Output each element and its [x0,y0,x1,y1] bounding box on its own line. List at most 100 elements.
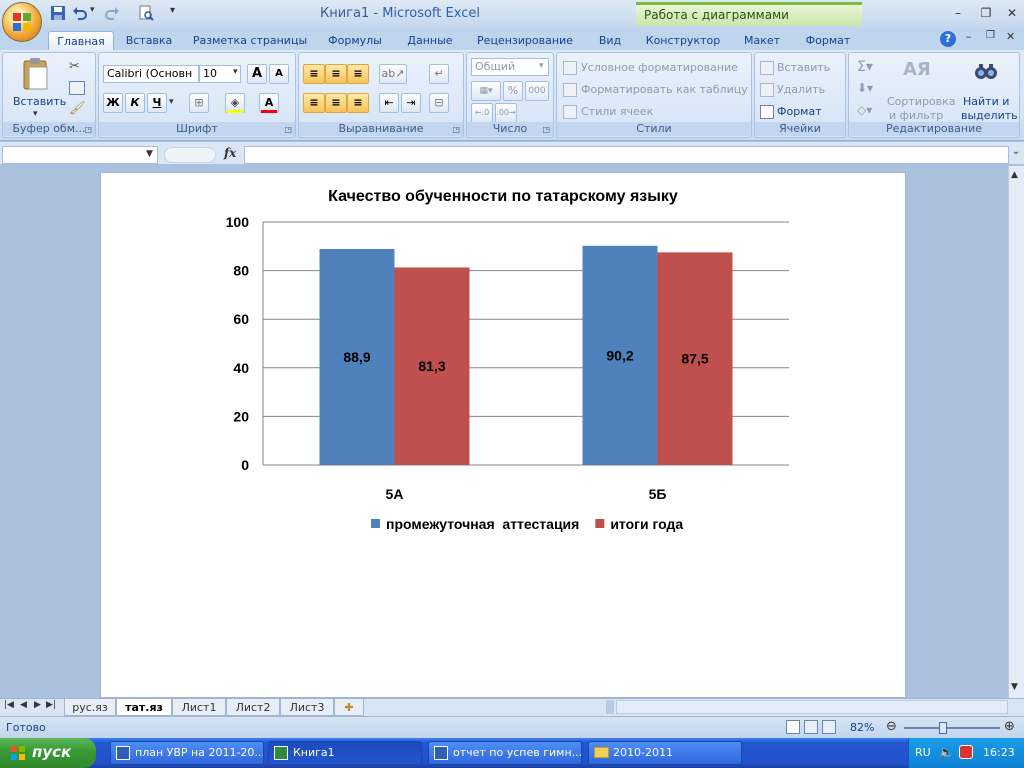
insert-cells-button[interactable]: Вставить [777,61,830,74]
italic-button[interactable]: К [125,93,145,113]
delete-cells-button[interactable]: Удалить [777,83,825,96]
zoom-slider[interactable] [904,727,1000,729]
font-name-box[interactable]: Calibri (Основн [103,65,199,83]
merge-cells-icon[interactable]: ⊟ [429,93,449,113]
next-sheet-icon[interactable]: ▶ [34,700,41,710]
first-sheet-icon[interactable]: |◀ [4,700,14,710]
align-left-icon[interactable]: ≡ [303,93,325,113]
wrap-text-icon[interactable]: ↵ [429,64,449,84]
increase-indent-icon[interactable]: ⇥ [401,93,421,113]
minimize-workbook-icon[interactable]: – [966,30,972,43]
sort-filter-icon[interactable]: AЯ [903,59,931,80]
sheet-tab-list3[interactable]: Лист3 [280,699,334,716]
borders-icon[interactable]: ⊞ [189,93,209,113]
taskbar-item-folder[interactable]: 2010-2011 [588,741,742,765]
last-sheet-icon[interactable]: ▶| [46,700,56,710]
chart-area[interactable]: Качество обученности по татарскому языку… [100,172,906,698]
find-select-line2[interactable]: выделить [961,109,1018,122]
shrink-font-button[interactable]: A [269,64,289,84]
align-top-icon[interactable]: ≡ [303,64,325,84]
clipboard-launcher-icon[interactable]: ◳ [84,125,92,134]
close-workbook-icon[interactable]: ✕ [1006,30,1015,43]
speaker-icon[interactable]: 🔈 [939,745,954,759]
tab-design[interactable]: Конструктор [642,31,724,50]
start-button[interactable]: пуск [0,738,96,768]
tab-split-handle[interactable] [606,700,614,714]
align-bottom-icon[interactable]: ≡ [347,64,369,84]
expand-formula-bar-icon[interactable]: ⌄ [1010,146,1022,162]
taskbar-item-plan[interactable]: план УВР на 2011-20... [110,741,264,765]
language-indicator[interactable]: RU [915,746,931,759]
redo-icon[interactable] [104,5,120,21]
bar-chart[interactable]: Качество обученности по татарскому языку… [101,173,905,697]
tab-home[interactable]: Главная [48,31,114,51]
normal-view-icon[interactable] [786,720,800,734]
zoom-in-icon[interactable]: ⊕ [1004,719,1015,734]
format-painter-icon[interactable]: 🖌 [69,101,86,116]
grow-font-button[interactable]: A [247,64,267,84]
vertical-scrollbar[interactable]: ▲ ▼ [1008,166,1024,698]
increase-decimal-icon[interactable]: ←.0 [471,103,493,123]
clear-icon[interactable]: ◇▾ [857,103,872,117]
format-as-table-button[interactable]: Форматировать как таблицу [581,83,748,96]
copy-icon[interactable] [69,81,85,95]
tab-formulas[interactable]: Формулы [322,31,388,50]
tab-review[interactable]: Рецензирование [470,31,580,50]
align-middle-icon[interactable]: ≡ [325,64,347,84]
decrease-indent-icon[interactable]: ⇤ [379,93,399,113]
sort-filter-line1[interactable]: Сортировка [887,95,956,108]
alignment-launcher-icon[interactable]: ◳ [452,125,460,134]
font-size-dropdown-icon[interactable]: ▾ [233,67,238,77]
format-cells-button[interactable]: Формат [777,105,822,118]
orientation-icon[interactable]: ab↗ [379,64,407,84]
bold-button[interactable]: Ж [103,93,123,113]
customize-qat-icon[interactable]: ▾ [170,5,186,21]
print-preview-icon[interactable] [138,5,154,21]
sheet-tab-rus[interactable]: рус.яз [64,699,116,716]
paste-icon[interactable] [21,57,51,91]
percent-button[interactable]: % [503,81,523,101]
insert-function-button[interactable]: fx [224,146,242,162]
page-break-view-icon[interactable] [822,720,836,734]
conditional-format-button[interactable]: Условное форматирование [581,61,738,74]
restore-workbook-icon[interactable]: ❐ [986,30,995,41]
minimize-button[interactable]: – [946,4,970,22]
insert-sheet-icon[interactable]: ✚ [334,699,364,716]
number-format-dropdown-icon[interactable]: ▾ [539,61,544,71]
tab-format[interactable]: Формат [800,31,856,50]
align-center-icon[interactable]: ≡ [325,93,347,113]
decrease-decimal-icon[interactable]: .00→ [495,103,517,123]
number-launcher-icon[interactable]: ◳ [542,125,550,134]
formula-bar-resize-handle[interactable] [164,147,216,163]
sheet-tab-list1[interactable]: Лист1 [172,699,226,716]
find-select-icon[interactable] [973,61,999,87]
number-format-box[interactable]: Общий [471,58,549,76]
page-layout-view-icon[interactable] [804,720,818,734]
sheet-tab-tat[interactable]: тат.яз [116,699,172,716]
scroll-down-icon[interactable]: ▼ [1011,682,1018,692]
zoom-slider-thumb[interactable] [939,722,948,734]
antivirus-icon[interactable] [959,745,973,759]
tab-layout[interactable]: Макет [734,31,790,50]
zoom-out-icon[interactable]: ⊖ [886,719,897,734]
align-right-icon[interactable]: ≡ [347,93,369,113]
formula-input[interactable] [244,146,1009,164]
office-button[interactable] [2,2,42,42]
currency-icon[interactable]: ▦▾ [471,81,501,101]
help-icon[interactable]: ? [940,31,956,47]
font-launcher-icon[interactable]: ◳ [284,125,292,134]
taskbar-item-kniga1[interactable]: Книга1 [268,741,422,765]
fill-icon[interactable]: ⬇▾ [857,81,873,95]
tab-insert[interactable]: Вставка [120,31,178,50]
tab-page-layout[interactable]: Разметка страницы [188,31,312,50]
find-select-line1[interactable]: Найти и [963,95,1009,108]
tab-view[interactable]: Вид [590,31,630,50]
thousands-button[interactable]: 000 [525,81,549,101]
horizontal-scrollbar[interactable] [616,700,1008,714]
zoom-level[interactable]: 82% [850,721,874,734]
sort-filter-line2[interactable]: и фильтр [889,109,943,122]
paste-button[interactable]: Вставить [13,95,66,108]
restore-button[interactable]: ❐ [974,4,998,22]
save-icon[interactable] [50,5,66,21]
sheet-tab-list2[interactable]: Лист2 [226,699,280,716]
